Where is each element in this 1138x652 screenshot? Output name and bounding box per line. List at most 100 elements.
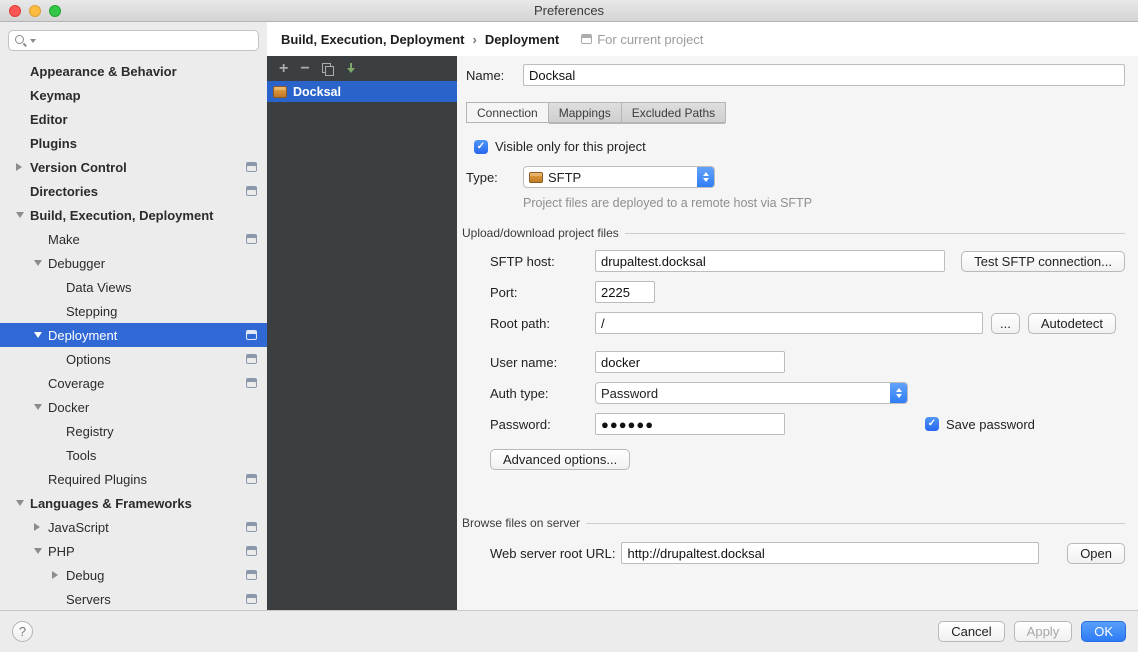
open-url-button[interactable]: Open (1067, 543, 1125, 564)
breadcrumb-page: Deployment (485, 32, 559, 47)
chevron-down-icon[interactable] (16, 500, 24, 506)
sidebar-item-debug[interactable]: Debug (0, 563, 267, 587)
import-server-button[interactable] (345, 63, 357, 75)
breadcrumb-separator: › (472, 32, 476, 47)
sidebar-item-directories[interactable]: Directories (0, 179, 267, 203)
section-browse-label: Browse files on server (462, 516, 580, 530)
close-window-button[interactable] (9, 5, 21, 17)
sidebar-item-editor[interactable]: Editor (0, 107, 267, 131)
port-input[interactable] (595, 281, 655, 303)
root-path-label: Root path: (490, 316, 589, 331)
sidebar-item-label: Stepping (66, 304, 117, 319)
autodetect-button[interactable]: Autodetect (1028, 313, 1116, 334)
server-list-panel: + − Docksal (267, 56, 457, 610)
project-settings-icon (246, 594, 257, 604)
password-label: Password: (490, 417, 589, 432)
sidebar-item-label: Docker (48, 400, 89, 415)
web-root-input[interactable] (621, 542, 1039, 564)
name-input[interactable] (523, 64, 1125, 86)
root-path-input[interactable] (595, 312, 983, 334)
sidebar-item-appearance-behavior[interactable]: Appearance & Behavior (0, 59, 267, 83)
sidebar-item-php[interactable]: PHP (0, 539, 267, 563)
sftp-server-icon (273, 86, 287, 98)
visible-only-checkbox[interactable] (474, 140, 488, 154)
add-server-button[interactable]: + (279, 61, 288, 77)
project-settings-icon (246, 570, 257, 580)
sidebar-item-options[interactable]: Options (0, 347, 267, 371)
sidebar-item-javascript[interactable]: JavaScript (0, 515, 267, 539)
sidebar-item-label: Directories (30, 184, 98, 199)
password-input[interactable] (595, 413, 785, 435)
sidebar-item-languages-frameworks[interactable]: Languages & Frameworks (0, 491, 267, 515)
tab-mappings[interactable]: Mappings (548, 102, 622, 123)
chevron-right-icon[interactable] (52, 571, 58, 579)
chevron-right-icon[interactable] (34, 523, 40, 531)
sidebar-item-required-plugins[interactable]: Required Plugins (0, 467, 267, 491)
sidebar-item-version-control[interactable]: Version Control (0, 155, 267, 179)
sidebar-item-debugger[interactable]: Debugger (0, 251, 267, 275)
settings-sidebar: Appearance & BehaviorKeymap Editor Plugins… (0, 22, 267, 610)
sidebar-item-build-execution-deployment[interactable]: Build, Execution, Deployment (0, 203, 267, 227)
chevron-down-icon[interactable] (34, 404, 42, 410)
arrow-slot (34, 523, 48, 531)
sidebar-item-deployment[interactable]: Deployment (0, 323, 267, 347)
type-hint: Project files are deployed to a remote h… (523, 196, 1125, 210)
sidebar-item-registry[interactable]: Registry (0, 419, 267, 443)
sidebar-item-tools[interactable]: Tools (0, 443, 267, 467)
sidebar-item-label: Debug (66, 568, 104, 583)
minimize-window-button[interactable] (29, 5, 41, 17)
apply-button[interactable]: Apply (1014, 621, 1073, 642)
preferences-window: Preferences Appearance & BehaviorKeymapE… (0, 0, 1138, 652)
chevron-down-icon[interactable] (34, 332, 42, 338)
sidebar-item-docker[interactable]: Docker (0, 395, 267, 419)
combo-stepper-icon (890, 382, 907, 404)
chevron-down-icon[interactable] (16, 212, 24, 218)
save-password-checkbox[interactable] (925, 417, 939, 431)
tab-bar: Connection Mappings Excluded Paths (466, 102, 725, 124)
settings-search[interactable] (8, 30, 259, 51)
server-list-item-docksal[interactable]: Docksal (267, 81, 457, 102)
settings-search-input[interactable] (39, 34, 252, 48)
sidebar-item-servers[interactable]: Servers (0, 587, 267, 610)
test-sftp-connection-button[interactable]: Test SFTP connection... (961, 251, 1125, 272)
advanced-options-button[interactable]: Advanced options... (490, 449, 630, 470)
remove-server-button[interactable]: − (300, 61, 309, 77)
section-browse: Browse files on server (462, 516, 1125, 530)
sidebar-item-keymap[interactable]: Keymap (0, 83, 267, 107)
sidebar-item-data-views[interactable]: Data Views (0, 275, 267, 299)
arrow-slot (34, 404, 48, 410)
sidebar-item-label: Data Views (66, 280, 132, 295)
combo-stepper-icon (697, 166, 714, 188)
search-options-chevron-icon[interactable] (30, 39, 36, 43)
save-password-group: Save password (925, 417, 1035, 432)
chevron-right-icon[interactable] (16, 163, 22, 171)
type-select[interactable]: SFTP (523, 166, 715, 188)
sidebar-item-label: Options (66, 352, 111, 367)
type-label: Type: (466, 170, 517, 185)
user-name-input[interactable] (595, 351, 785, 373)
search-icon (15, 35, 27, 47)
sidebar-item-label: Editor (30, 112, 68, 127)
sidebar-item-plugins[interactable]: Plugins (0, 131, 267, 155)
sidebar-item-label: JavaScript (48, 520, 109, 535)
ok-button[interactable]: OK (1081, 621, 1126, 642)
project-settings-icon (246, 162, 257, 172)
arrow-slot (52, 571, 66, 579)
help-button[interactable]: ? (12, 621, 33, 642)
sftp-host-input[interactable] (595, 250, 945, 272)
breadcrumb-section[interactable]: Build, Execution, Deployment (281, 32, 464, 47)
auth-type-select[interactable]: Password (595, 382, 908, 404)
tab-connection[interactable]: Connection (466, 102, 549, 123)
sidebar-item-make[interactable]: Make (0, 227, 267, 251)
tab-excluded-paths[interactable]: Excluded Paths (621, 102, 726, 123)
sidebar-item-stepping[interactable]: Stepping (0, 299, 267, 323)
sidebar-item-coverage[interactable]: Coverage (0, 371, 267, 395)
chevron-down-icon[interactable] (34, 548, 42, 554)
copy-server-button[interactable] (322, 63, 333, 75)
chevron-down-icon[interactable] (34, 260, 42, 266)
cancel-button[interactable]: Cancel (938, 621, 1004, 642)
browse-root-path-button[interactable]: ... (991, 313, 1020, 334)
name-label: Name: (466, 68, 517, 83)
zoom-window-button[interactable] (49, 5, 61, 17)
sidebar-item-label: Coverage (48, 376, 104, 391)
